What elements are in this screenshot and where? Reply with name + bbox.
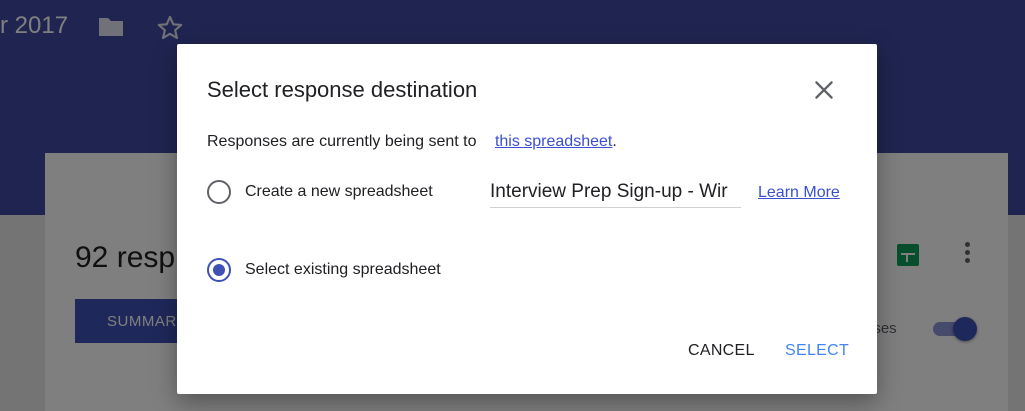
- dialog-description: Responses are currently being sent to th…: [207, 133, 617, 151]
- new-spreadsheet-name-input[interactable]: [490, 176, 741, 208]
- learn-more-link[interactable]: Learn More: [758, 184, 840, 202]
- dialog-title: Select response destination: [207, 77, 478, 102]
- select-button[interactable]: SELECT: [785, 342, 849, 360]
- description-suffix: .: [612, 133, 617, 150]
- option-select-existing-spreadsheet[interactable]: Select existing spreadsheet: [207, 258, 441, 282]
- close-icon[interactable]: [811, 77, 837, 103]
- radio-create-new[interactable]: [207, 180, 231, 204]
- radio-select-existing[interactable]: [207, 258, 231, 282]
- response-destination-dialog: Select response destination Responses ar…: [177, 44, 877, 394]
- description-text: Responses are currently being sent to: [207, 133, 477, 150]
- cancel-button[interactable]: CANCEL: [688, 342, 755, 360]
- option-create-new-spreadsheet[interactable]: Create a new spreadsheet: [207, 180, 433, 204]
- current-spreadsheet-link[interactable]: this spreadsheet: [495, 133, 612, 150]
- option-label: Create a new spreadsheet: [245, 183, 433, 200]
- option-label: Select existing spreadsheet: [245, 261, 441, 278]
